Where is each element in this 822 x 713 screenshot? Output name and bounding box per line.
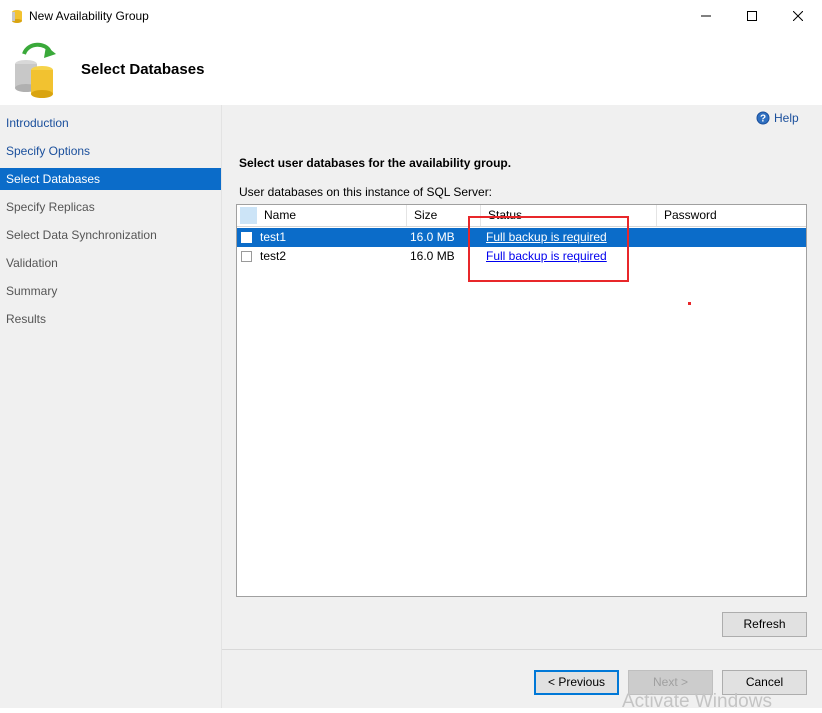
svg-text:?: ?	[760, 114, 766, 125]
grid-label: User databases on this instance of SQL S…	[239, 185, 493, 199]
close-button[interactable]	[775, 0, 821, 32]
availability-group-app-icon	[12, 10, 22, 23]
wizard-header: Select Databases	[0, 32, 822, 105]
annotation-highlight-box	[468, 216, 629, 282]
maximize-button[interactable]	[729, 0, 775, 32]
select-all-checkbox[interactable]	[240, 207, 257, 224]
database-sync-icon	[15, 42, 56, 98]
previous-button[interactable]: < Previous	[534, 670, 619, 695]
footer-divider	[222, 649, 822, 650]
window-title: New Availability Group	[29, 9, 149, 23]
instruction-text: Select user databases for the availabili…	[239, 156, 512, 170]
page-title: Select Databases	[81, 61, 205, 78]
annotation-dot	[688, 302, 691, 305]
database-size: 16.0 MB	[410, 230, 455, 244]
minimize-icon	[701, 15, 711, 17]
help-link[interactable]: ? Help	[756, 111, 799, 125]
database-name: test1	[260, 230, 287, 244]
sidebar-item-summary: Summary	[6, 284, 58, 298]
sidebar-item-validation: Validation	[6, 256, 58, 270]
column-header-name[interactable]: Name	[257, 205, 407, 226]
maximize-icon	[747, 11, 757, 21]
help-label: Help	[774, 111, 799, 125]
database-name: test2	[260, 249, 287, 263]
sidebar-item-select-databases[interactable]: Select Databases	[0, 168, 221, 190]
sidebar-item-specify-options[interactable]: Specify Options	[0, 140, 221, 162]
database-size: 16.0 MB	[410, 249, 455, 263]
row-checkbox[interactable]	[241, 232, 252, 243]
sidebar-item-introduction[interactable]: Introduction	[0, 112, 221, 134]
title-bar: New Availability Group	[0, 0, 822, 32]
row-checkbox[interactable]	[241, 251, 252, 262]
close-icon	[793, 11, 803, 21]
wizard-sidebar: Introduction Specify Options Select Data…	[0, 105, 221, 708]
refresh-button[interactable]: Refresh	[722, 612, 807, 637]
help-icon: ?	[756, 111, 770, 125]
sidebar-item-specify-replicas: Specify Replicas	[6, 200, 95, 214]
sidebar-item-select-data-synchronization: Select Data Synchronization	[6, 228, 157, 242]
activate-windows-watermark: Activate Windows	[622, 691, 772, 712]
column-header-password[interactable]: Password	[657, 205, 806, 226]
minimize-button[interactable]	[683, 0, 729, 32]
sidebar-item-results: Results	[6, 312, 47, 326]
